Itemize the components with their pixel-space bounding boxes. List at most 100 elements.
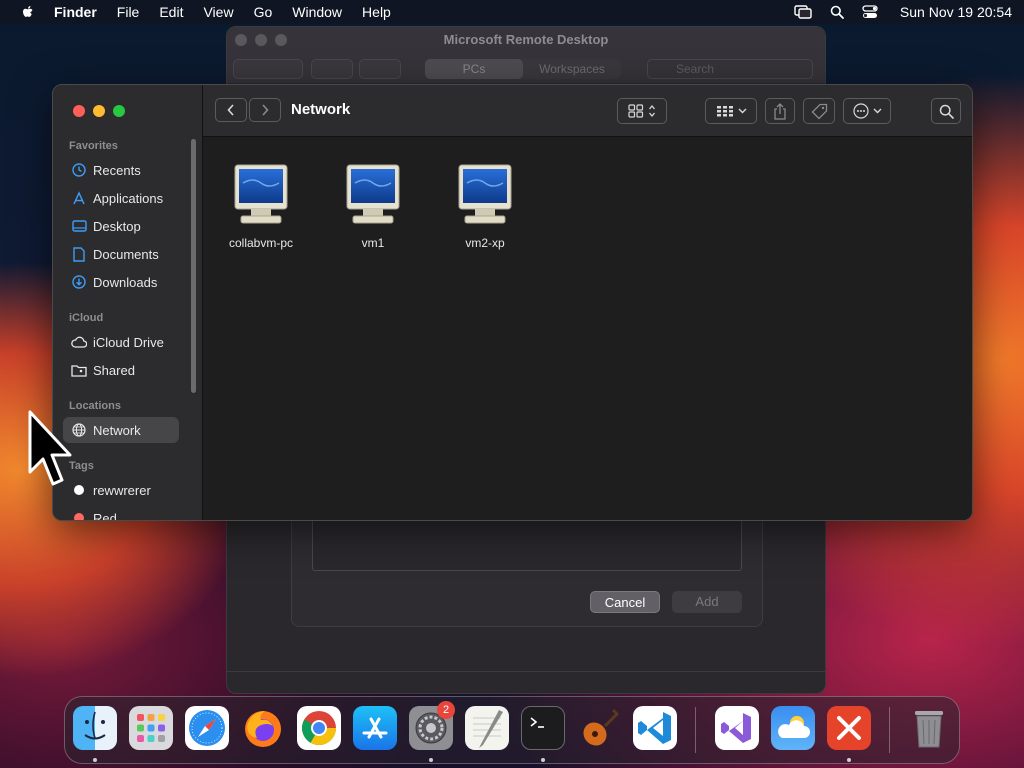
menu-help[interactable]: Help <box>362 4 391 20</box>
dock-trash[interactable] <box>907 706 951 750</box>
group-by-button[interactable] <box>705 98 757 124</box>
chevron-down-icon <box>738 108 746 114</box>
sidebar-item-label: Downloads <box>93 274 158 290</box>
tab-workspaces[interactable]: Workspaces <box>523 59 621 79</box>
dock-safari[interactable] <box>185 706 229 750</box>
cancel-button[interactable]: Cancel <box>590 591 660 613</box>
desktop-icon <box>71 218 87 234</box>
chrome-icon <box>302 711 336 745</box>
dock-chrome[interactable] <box>297 706 341 750</box>
screen-mirroring-icon[interactable] <box>794 5 812 19</box>
dock-app-store[interactable] <box>353 706 397 750</box>
cloud-icon <box>71 334 87 350</box>
forward-button[interactable] <box>249 98 281 122</box>
clock-icon <box>71 162 87 178</box>
sidebar-item-label: Documents <box>93 246 159 262</box>
sidebar-item-label: Applications <box>93 190 164 206</box>
dock-separator <box>889 707 890 753</box>
sidebar-tag-red[interactable]: Red <box>63 505 179 521</box>
document-icon <box>71 246 87 262</box>
dock-running-indicator <box>429 758 433 762</box>
share-button[interactable] <box>765 98 795 124</box>
rdp-add-button[interactable] <box>359 59 401 79</box>
safari-compass-icon <box>189 710 225 746</box>
menu-view[interactable]: View <box>203 4 233 20</box>
add-button[interactable]: Add <box>672 591 742 613</box>
search-button[interactable] <box>931 98 961 124</box>
terminal-icon <box>530 717 544 728</box>
dock-textedit[interactable] <box>465 706 509 750</box>
dock-garageband[interactable] <box>577 706 621 750</box>
rdp-bottom-divider <box>227 671 825 672</box>
rdp-search-input[interactable]: Search <box>647 59 813 79</box>
dock-firefox[interactable] <box>241 706 285 750</box>
spotlight-search-icon[interactable] <box>830 5 844 19</box>
minimize-button[interactable] <box>93 105 105 117</box>
tag-button[interactable] <box>803 98 835 124</box>
sidebar-item-icloud-drive[interactable]: iCloud Drive <box>63 329 179 355</box>
menu-bar: Finder File Edit View Go Window Help Sun… <box>0 0 1024 24</box>
computer-icon <box>346 164 400 224</box>
sidebar-item-label: Red <box>93 510 117 521</box>
menu-file[interactable]: File <box>117 4 140 20</box>
back-button[interactable] <box>215 98 247 122</box>
trash-icon <box>915 711 943 748</box>
group-grid-icon <box>716 106 733 117</box>
sidebar-item-label: rewwrerer <box>93 482 151 498</box>
sidebar-tag-rewwrerer[interactable]: rewwrerer <box>63 477 179 503</box>
finder-toolbar: Network <box>203 85 972 137</box>
file-name: vm1 <box>361 236 385 250</box>
dock-running-indicator <box>847 758 851 762</box>
apple-menu-icon[interactable] <box>20 4 36 20</box>
network-item-vm1[interactable]: vm1 <box>323 163 423 250</box>
icloud-header: iCloud <box>69 312 104 324</box>
menu-go[interactable]: Go <box>254 4 273 20</box>
dock-vscode[interactable] <box>633 706 677 750</box>
dock-remote-desktop[interactable] <box>827 706 871 750</box>
sidebar-item-label: Shared <box>93 362 135 378</box>
sidebar-item-recents[interactable]: Recents <box>63 157 179 183</box>
launchpad-icon <box>137 714 165 742</box>
rdp-add-pc-sheet: Cancel Add <box>291 507 763 627</box>
rdp-tab-switcher: PCs Workspaces <box>425 59 621 79</box>
sidebar-item-applications[interactable]: Applications <box>63 185 179 211</box>
zoom-button[interactable] <box>113 105 125 117</box>
control-center-icon[interactable] <box>862 5 878 19</box>
vscode-icon <box>638 712 671 744</box>
sidebar-item-documents[interactable]: Documents <box>63 241 179 267</box>
sidebar-item-network[interactable]: Network <box>63 417 179 443</box>
sidebar-item-desktop[interactable]: Desktop <box>63 213 179 239</box>
dock-launchpad[interactable] <box>129 706 173 750</box>
dock-running-indicator <box>93 758 97 762</box>
close-button[interactable] <box>73 105 85 117</box>
rdp-settings-button[interactable] <box>311 59 353 79</box>
view-mode-button[interactable] <box>617 98 667 124</box>
dock-weather[interactable] <box>771 706 815 750</box>
dock-visual-studio[interactable] <box>715 706 759 750</box>
tab-pcs[interactable]: PCs <box>425 59 523 79</box>
menu-edit[interactable]: Edit <box>159 4 183 20</box>
dock-system-settings[interactable]: 2 <box>409 701 455 750</box>
network-item-collabvm-pc[interactable]: collabvm-pc <box>211 163 311 250</box>
rdp-view-toggle[interactable] <box>233 59 303 79</box>
sidebar-item-downloads[interactable]: Downloads <box>63 269 179 295</box>
shared-folder-icon <box>71 362 87 378</box>
icon-view-icon <box>628 104 644 118</box>
location-title: Network <box>291 101 351 118</box>
network-item-vm2-xp[interactable]: vm2-xp <box>435 163 535 250</box>
rdp-sheet-textarea[interactable] <box>312 521 742 571</box>
menu-window[interactable]: Window <box>292 4 342 20</box>
menubar-clock[interactable]: Sun Nov 19 20:54 <box>900 4 1012 20</box>
notification-badge: 2 <box>437 701 455 719</box>
dock-terminal[interactable] <box>521 706 565 750</box>
sidebar-scrollbar[interactable] <box>191 139 196 393</box>
applications-icon <box>71 190 87 206</box>
menu-app-name[interactable]: Finder <box>54 4 97 20</box>
sidebar-item-shared[interactable]: Shared <box>63 357 179 383</box>
app-store-icon <box>362 717 388 739</box>
dock-finder[interactable] <box>73 706 117 750</box>
sidebar-item-label: Recents <box>93 162 141 178</box>
finder-icon <box>84 711 106 740</box>
up-down-chevron-icon <box>649 104 655 118</box>
action-menu-button[interactable] <box>843 98 891 124</box>
